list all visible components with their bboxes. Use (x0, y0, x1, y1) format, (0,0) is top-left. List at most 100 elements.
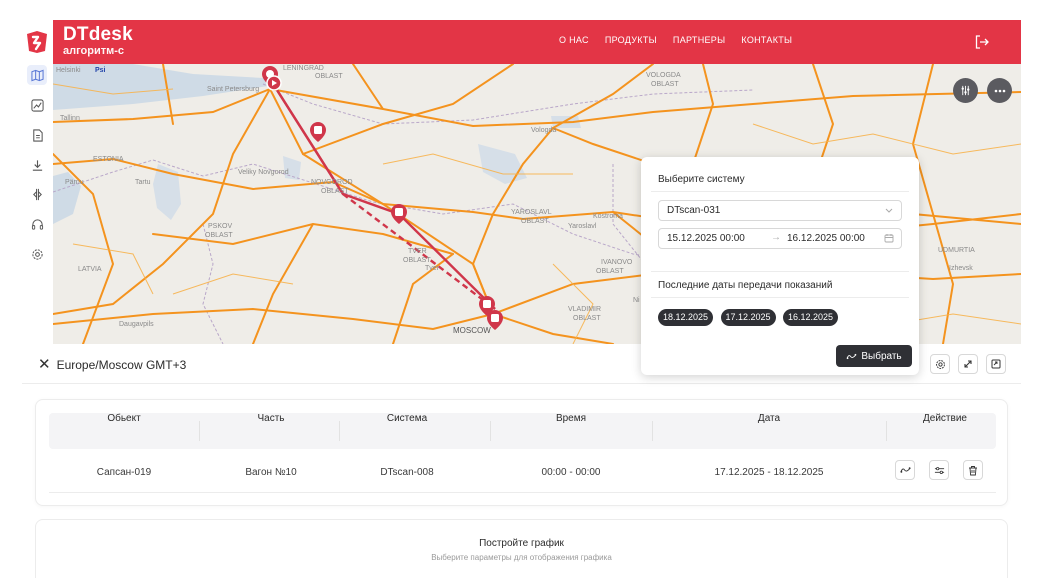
sidebar-gear-icon[interactable] (27, 244, 47, 264)
map-label-ni: Ni (633, 297, 640, 304)
date-chip[interactable]: 18.12.2025 (658, 309, 714, 326)
system-select[interactable]: DTscan-031 (658, 200, 902, 221)
map-label-parnu: Pärnu (65, 179, 84, 186)
brand[interactable]: DTdesk алгоритм-с (63, 24, 133, 58)
header-time: Время (555, 413, 587, 424)
row-separator (49, 492, 996, 493)
brand-subtitle: алгоритм-с (63, 45, 125, 57)
map-label-vologda-city: Vologda (531, 127, 556, 134)
map-label-tver-city: Tver (425, 265, 440, 272)
sliders-icon (961, 85, 970, 96)
map-label-leningrad-oblast: OBLAST (315, 73, 343, 80)
map-label-saint-petersburg: Saint Petersburg (207, 86, 259, 93)
table-header (49, 413, 996, 449)
nav-partners[interactable]: ПАРТНЕРЫ (673, 35, 725, 45)
fullscreen-icon (991, 359, 1001, 369)
expand-icon (964, 360, 972, 368)
main-nav: О НАС ПРОДУКТЫ ПАРТНЕРЫ КОНТАКТЫ (559, 35, 792, 45)
map-label-kostroma: Kostroma (593, 213, 623, 220)
system-label: Выберите систему (658, 174, 745, 185)
route-icon (847, 353, 857, 359)
system-select-value: DTscan-031 (667, 205, 721, 216)
trash-icon (969, 465, 977, 475)
map-label-daugavpils: Daugavpils (119, 321, 154, 328)
map-filter-button[interactable] (953, 78, 978, 103)
sidebar-map-icon[interactable] (27, 65, 47, 85)
date-to[interactable]: 16.12.2025 00:00 (787, 233, 865, 244)
header-system: Система (386, 413, 428, 424)
map-label-estonia: ESTONIA (93, 156, 124, 163)
map-label-vladimir-oblast: OBLAST (573, 315, 601, 322)
gear-icon (935, 359, 945, 369)
close-icon[interactable]: ✕ (38, 357, 51, 372)
start-marker[interactable] (266, 75, 282, 91)
map-label-helsinki: Helsinki (56, 67, 81, 74)
map-label-udmurtia: UDMURTIA (938, 247, 975, 254)
fullscreen-button[interactable] (986, 354, 1006, 374)
filter-row-button[interactable] (929, 460, 949, 480)
map-more-button[interactable] (987, 78, 1012, 103)
expand-button[interactable] (958, 354, 978, 374)
calendar-icon (884, 234, 894, 243)
map-label-tver: TVER (408, 248, 427, 255)
map-label-vologda-oblast: OBLAST (651, 81, 679, 88)
map-label-novgorod-oblast: OBLAST (321, 188, 349, 195)
sidebar-transfer-icon[interactable] (27, 184, 47, 204)
column-separator (339, 421, 340, 441)
map-label-vologda: VOLOGDA (646, 72, 681, 79)
sidebar-download-icon[interactable] (27, 155, 47, 175)
sidebar-headset-icon[interactable] (27, 214, 47, 234)
sidebar-chart-icon[interactable] (27, 95, 47, 115)
date-chip[interactable]: 16.12.2025 (783, 309, 839, 326)
nav-products[interactable]: ПРОДУКТЫ (605, 35, 657, 45)
map-label-vladimir: VLADIMIR (568, 306, 601, 313)
cell-date: 17.12.2025 - 18.12.2025 (714, 467, 824, 478)
date-range-input[interactable]: 15.12.2025 00:00 → 16.12.2025 00:00 (658, 228, 902, 249)
map-label-leningrad: LENINGRAD (283, 65, 324, 72)
map-label-tartu: Tartu (135, 179, 151, 186)
train-marker[interactable] (310, 122, 326, 142)
sidebar-document-icon[interactable] (27, 125, 47, 145)
header-part: Часть (257, 413, 285, 424)
last-dates-chips: 18.12.2025 17.12.2025 16.12.2025 (658, 307, 841, 326)
popup-divider (651, 297, 909, 298)
delete-row-button[interactable] (963, 460, 983, 480)
select-button[interactable]: Выбрать (836, 345, 912, 367)
map-label-pskov-oblast: OBLAST (205, 232, 233, 239)
column-separator (886, 421, 887, 441)
chart-empty-title: Постройте график (479, 538, 564, 549)
arrow-right-icon: → (771, 232, 781, 243)
cell-object: Сапсан-019 (96, 467, 152, 478)
column-separator (199, 421, 200, 441)
brand-title: DTdesk (63, 24, 133, 45)
date-chip[interactable]: 17.12.2025 (720, 309, 776, 326)
column-separator (490, 421, 491, 441)
toggle-icon (934, 466, 944, 474)
header-date: Дата (757, 413, 781, 424)
map-label-ivanovo: IVANOVO (601, 259, 633, 266)
map-label-pskov: PSKOV (208, 223, 232, 230)
map-label-yaroslavl: YAROSLAVL (511, 209, 552, 216)
timezone-bar: ✕ Europe/Moscow GMT+3 (38, 357, 186, 372)
map-label-yaroslavl-city: Yaroslavl (568, 223, 597, 230)
select-button-label: Выбрать (861, 350, 902, 362)
map-label-novgorod: NOVGOROD (311, 179, 353, 186)
app-logo (27, 31, 47, 53)
logout-icon[interactable] (973, 33, 991, 51)
map-label-izhevsk: Izhevsk (949, 265, 973, 272)
cell-system: DTscan-008 (380, 467, 434, 478)
map-label-tver-oblast: OBLAST (403, 257, 431, 264)
date-from[interactable]: 15.12.2025 00:00 (667, 233, 745, 244)
nav-about[interactable]: О НАС (559, 35, 589, 45)
map-label-tallinn: Tallinn (60, 115, 80, 122)
show-route-button[interactable] (895, 460, 915, 480)
map-label-yaroslavl-oblast: OBLAST (521, 218, 549, 225)
top-header: DTdesk алгоритм-с О НАС ПРОДУКТЫ ПАРТНЕР… (53, 20, 1021, 64)
divider (22, 383, 1021, 384)
timezone-label: Europe/Moscow GMT+3 (56, 357, 187, 372)
cell-time: 00:00 - 00:00 (541, 467, 601, 478)
settings-button[interactable] (930, 354, 950, 374)
more-dots-icon (994, 89, 1005, 92)
nav-contacts[interactable]: КОНТАКТЫ (741, 35, 792, 45)
map-label-ivanovo-oblast: OBLAST (596, 268, 624, 275)
